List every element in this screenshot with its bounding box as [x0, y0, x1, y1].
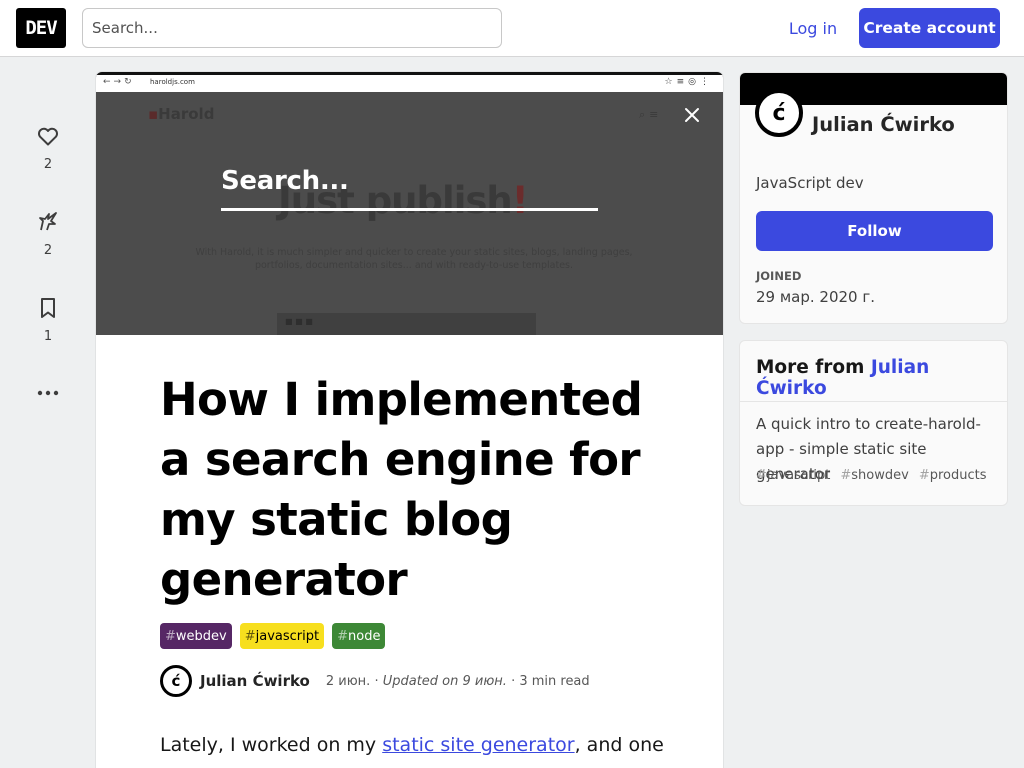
more-from-tags: #javascript #showdev #products	[756, 468, 987, 483]
follow-button[interactable]: Follow	[756, 211, 993, 251]
heart-icon	[38, 127, 58, 146]
tag-node[interactable]: # node	[332, 623, 386, 649]
cover-search-underline	[221, 208, 598, 211]
cover-image: ←→↻ haroldjs.com ☆≡◎⋮ ▪Harold ⌕≡ Just pu…	[96, 72, 723, 335]
create-account-button[interactable]: Create account	[859, 8, 1000, 48]
close-icon	[685, 108, 699, 122]
publish-date: 2 июн.	[325, 673, 371, 689]
more-tag-products[interactable]: #products	[919, 468, 987, 483]
cover-menu-icons: ⌕≡	[639, 108, 663, 121]
browser-toolbar-icons: ☆≡◎⋮	[664, 77, 713, 87]
tag-webdev[interactable]: # webdev	[160, 623, 232, 649]
more-from-heading: More from Julian Ćwirko	[740, 341, 1007, 402]
bookmark-button[interactable]: 1	[26, 296, 70, 344]
article-title: How I implemented a search engine for my…	[160, 373, 643, 606]
article-tags: # webdev # javascript # node	[160, 623, 386, 649]
tag-javascript[interactable]: # javascript	[239, 623, 325, 649]
article-meta: 2 июн. · Updated on 9 июн. · 3 min read	[325, 673, 590, 689]
article-card: ←→↻ haroldjs.com ☆≡◎⋮ ▪Harold ⌕≡ Just pu…	[96, 72, 723, 768]
cover-brand: ▪Harold	[148, 105, 215, 123]
updated-date: Updated on 9 июн.	[382, 673, 507, 689]
heart-count: 2	[43, 157, 53, 172]
bookmark-icon	[41, 298, 55, 318]
cover-search-text: Search...	[221, 166, 349, 196]
author-profile-card: ć Julian Ćwirko JavaScript dev Follow Jo…	[739, 72, 1008, 324]
more-from-card: More from Julian Ćwirko A quick intro to…	[739, 340, 1008, 506]
dev-logo[interactable]: DEV	[16, 8, 66, 48]
cover-browser-bar: ←→↻ haroldjs.com ☆≡◎⋮	[96, 72, 723, 92]
more-tag-showdev[interactable]: #showdev	[840, 468, 908, 483]
unicorn-icon	[39, 212, 57, 231]
static-site-generator-link[interactable]: static site generator	[382, 734, 574, 756]
cover-bg-text: With Harold, it is much simpler and quic…	[195, 247, 633, 271]
author-name[interactable]: Julian Ćwirko	[200, 672, 310, 690]
cover-url: haroldjs.com	[150, 78, 195, 86]
profile-name[interactable]: Julian Ćwirko	[812, 113, 955, 136]
author-row: ć Julian Ćwirko 2 июн. · Updated on 9 ию…	[160, 665, 590, 697]
login-link[interactable]: Log in	[776, 8, 850, 48]
unicorn-count: 2	[43, 243, 53, 258]
joined-label: Joined	[756, 269, 802, 283]
avatar[interactable]: ć	[160, 665, 192, 697]
browser-nav-icons: ←→↻	[103, 77, 135, 87]
joined-date: 29 мар. 2020 г.	[756, 288, 876, 306]
cover-bg-panel: ■ ■ ■	[277, 313, 536, 335]
profile-bio: JavaScript dev	[756, 174, 864, 192]
more-options-icon[interactable]	[36, 386, 60, 400]
heart-reaction-button[interactable]: 2	[26, 124, 70, 172]
profile-avatar[interactable]: ć	[755, 89, 803, 137]
unicorn-reaction-button[interactable]: 2	[26, 210, 70, 258]
bookmark-count: 1	[43, 329, 53, 344]
article-body: Lately, I worked on my static site gener…	[160, 734, 664, 768]
more-tag-javascript[interactable]: #javascript	[756, 468, 830, 483]
read-time: 3 min read	[519, 673, 590, 689]
top-header: DEV Log in Create account	[0, 0, 1024, 57]
search-input[interactable]	[82, 8, 502, 48]
